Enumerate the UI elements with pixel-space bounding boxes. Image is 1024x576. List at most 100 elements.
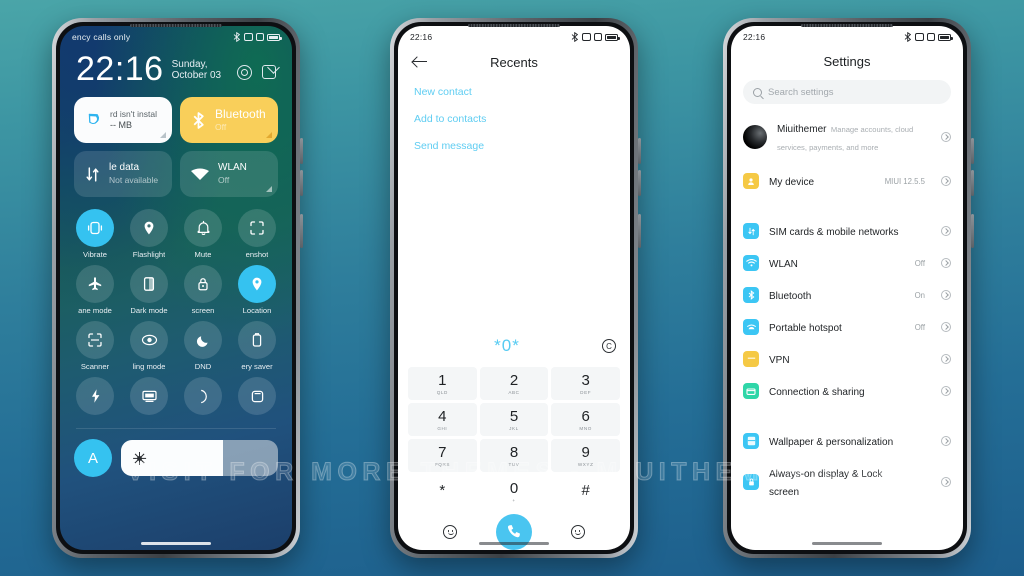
search-placeholder: Search settings (768, 86, 834, 98)
toggle-dark-mode[interactable]: Dark mode (124, 265, 174, 315)
key-letters: TUV (508, 461, 520, 467)
bell-icon (184, 209, 222, 248)
contacts-face-icon[interactable] (443, 525, 458, 539)
brightness-slider[interactable] (121, 440, 278, 477)
settings-row-vpn[interactable]: VPN (731, 343, 963, 375)
volume-down-button[interactable] (638, 170, 641, 196)
lock-icon (184, 265, 222, 304)
volume-up-button[interactable] (300, 138, 303, 164)
search-input[interactable]: Search settings (743, 80, 951, 104)
storage-tile-sub: -- MB (110, 119, 132, 130)
key-1[interactable]: 1 QLD (408, 367, 477, 400)
bluetooth-tile[interactable]: Bluetooth Off (180, 97, 278, 144)
toggle-dnd[interactable]: DND (178, 321, 228, 371)
settings-row-bluetooth[interactable]: Bluetooth On (731, 279, 963, 311)
toggle-flashlight[interactable]: Flashlight (124, 209, 174, 259)
key-letters: MNO (579, 425, 592, 431)
toggle-label: Flashlight (132, 250, 166, 260)
page-title: Settings (823, 54, 871, 69)
settings-row-hotspot[interactable]: Portable hotspot Off (731, 311, 963, 343)
suggestion-links: New contact Add to contacts Send message (398, 70, 630, 152)
send-message-link[interactable]: Send message (414, 140, 614, 152)
settings-row-wallpaper[interactable]: Wallpaper & personalization (731, 425, 963, 457)
backspace-icon[interactable]: C (602, 339, 616, 353)
smiley-icon[interactable] (570, 525, 585, 539)
expand-corner-icon[interactable] (160, 132, 166, 139)
key-letters: PQRS (434, 461, 451, 467)
phone-left: ency calls only 22:16 Sunday, October 03 (52, 18, 303, 558)
key-4[interactable]: 4 GHI (408, 403, 477, 436)
status-icons (233, 32, 282, 42)
volume-down-button[interactable] (300, 170, 303, 196)
toggle-reading-mode[interactable]: ling mode (124, 321, 174, 371)
status-icons (571, 32, 620, 42)
settings-row-sim[interactable]: SIM cards & mobile networks (731, 215, 963, 247)
key-digit: 3 (581, 371, 590, 389)
key-2[interactable]: 2 ABC (479, 367, 549, 400)
battery-icon (267, 33, 282, 41)
toggle-bolt[interactable] (70, 377, 120, 418)
key-letters: GHI (437, 425, 448, 431)
power-button[interactable] (638, 214, 641, 248)
toggle-mute[interactable]: Mute (178, 209, 228, 259)
auto-brightness-button[interactable]: A (74, 439, 112, 478)
toggle-label: ane mode (78, 306, 112, 316)
water-drop-icon (84, 111, 102, 129)
home-indicator[interactable] (812, 542, 882, 545)
toggle-crescent[interactable] (178, 377, 228, 418)
new-contact-link[interactable]: New contact (414, 86, 614, 98)
camera-shortcut-icon[interactable] (237, 65, 252, 81)
volume-down-button[interactable] (971, 170, 974, 196)
toggle-vibrate[interactable]: Vibrate (70, 209, 120, 259)
settings-row-connection-sharing[interactable]: Connection & sharing (731, 375, 963, 407)
storage-tile[interactable]: rd isn't instal -- MB (74, 97, 172, 144)
key-star[interactable]: * (408, 475, 477, 508)
toggle-cast[interactable] (124, 377, 174, 418)
mobile-data-tile[interactable]: le data Not available (74, 151, 172, 198)
settings-row-aod-lock[interactable]: Always-on display & Lock screen (731, 457, 963, 507)
toggle-square[interactable] (232, 377, 282, 418)
row-label: SIM cards & mobile networks (769, 227, 899, 238)
toggle-battery-saver[interactable]: ery saver (232, 321, 282, 371)
toggle-airplane-mode[interactable]: ane mode (70, 265, 120, 315)
key-9[interactable]: 9 WXYZ (551, 439, 620, 472)
add-to-contacts-link[interactable]: Add to contacts (414, 113, 614, 125)
key-6[interactable]: 6 MNO (551, 403, 620, 436)
earpiece-speaker (130, 24, 222, 27)
expand-corner-icon[interactable] (266, 132, 272, 139)
home-indicator[interactable] (141, 542, 211, 545)
account-name: Miuithemer (777, 124, 827, 135)
earpiece-speaker (801, 24, 893, 27)
settings-row-my-device[interactable]: My device MIUI 12.5.5 (731, 165, 963, 197)
home-indicator[interactable] (479, 542, 549, 545)
bluetooth-icon (233, 32, 241, 42)
alarm-icon (244, 32, 253, 42)
expand-corner-icon[interactable] (266, 186, 272, 193)
key-digit: 5 (509, 407, 519, 425)
power-button[interactable] (971, 214, 974, 248)
toggle-lock-screen[interactable]: screen (178, 265, 228, 315)
edit-shortcut-icon[interactable] (262, 65, 276, 80)
volume-up-button[interactable] (638, 138, 641, 164)
moon-icon (184, 321, 222, 360)
wlan-tile[interactable]: WLAN Off (180, 151, 278, 198)
volume-up-button[interactable] (971, 138, 974, 164)
key-digit: 9 (581, 443, 590, 461)
mobile-data-icon (86, 167, 99, 182)
toggle-scanner[interactable]: Scanner (70, 321, 120, 371)
key-7[interactable]: 7 PQRS (408, 439, 477, 472)
bluetooth-icon (904, 32, 912, 42)
key-5[interactable]: 5 JKL (479, 403, 549, 436)
battery-icon (238, 321, 276, 360)
key-hash[interactable]: # (551, 475, 620, 508)
toggle-location[interactable]: Location (232, 265, 282, 315)
settings-row-wlan[interactable]: WLAN Off (731, 247, 963, 279)
key-letters: WXYZ (577, 461, 594, 467)
settings-row-account[interactable]: Miuithemer Manage accounts, cloud servic… (731, 110, 963, 165)
key-8[interactable]: 8 TUV (479, 439, 549, 472)
toggle-screenshot[interactable]: enshot (232, 209, 282, 259)
power-button[interactable] (300, 214, 303, 248)
brightness-fill (121, 440, 224, 477)
key-0[interactable]: 0 + (479, 475, 549, 508)
key-3[interactable]: 3 DEF (551, 367, 620, 400)
